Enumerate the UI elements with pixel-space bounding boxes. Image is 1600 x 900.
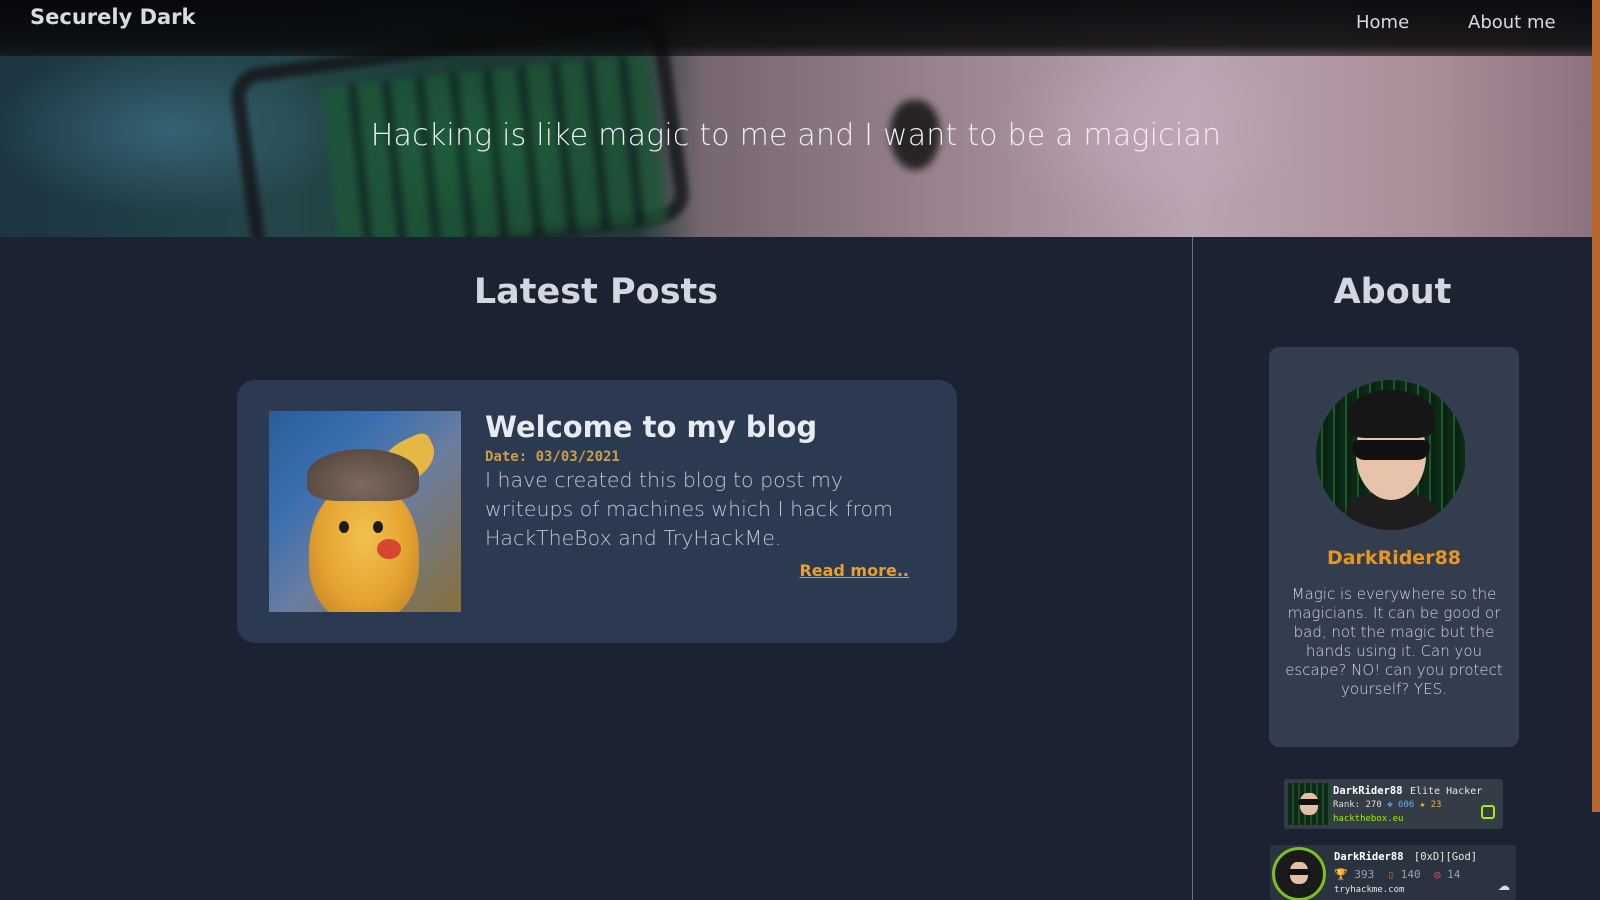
about-bio: Magic is everywhere so the magicians. It… — [1285, 585, 1503, 698]
thm-stats: 🏆 393 ▯ 140 ◎ 14 — [1334, 868, 1460, 881]
about-heading: About — [1333, 272, 1452, 312]
post-thumbnail[interactable] — [269, 411, 461, 612]
site-brand[interactable]: Securely Dark — [30, 5, 196, 29]
post-card: Welcome to my blog Date: 03/03/2021 I ha… — [237, 380, 957, 643]
about-card: DarkRider88 Magic is everywhere so the m… — [1269, 347, 1519, 747]
thumbnail-eye — [339, 521, 349, 533]
cloud-icon: ☁ — [1497, 871, 1510, 895]
read-more-link[interactable]: Read more.. — [799, 561, 909, 580]
thm-badges: 14 — [1447, 868, 1461, 881]
htb-rank-name: Elite Hacker — [1410, 786, 1483, 797]
htb-star-count: 23 — [1430, 800, 1442, 810]
scrollbar-track[interactable] — [1592, 0, 1600, 812]
latest-posts-heading: Latest Posts — [473, 272, 719, 312]
avatar-hair — [1348, 390, 1434, 438]
about-username: DarkRider88 — [1326, 547, 1462, 569]
thm-site[interactable]: tryhackme.com — [1334, 885, 1404, 895]
thm-avatar — [1272, 847, 1326, 900]
avatar-sunglasses — [1352, 440, 1430, 460]
tryhackme-badge[interactable]: DarkRider88 [0xD][God] 🏆 393 ▯ 140 ◎ 14 … — [1270, 845, 1516, 900]
trophy-icon: 🏆 — [1334, 868, 1348, 881]
htb-stats: Rank: 270 ✥ 606 ★ 23 — [1333, 800, 1441, 810]
respect-icon: ✥ — [1387, 800, 1393, 810]
thm-username: DarkRider88 — [1334, 851, 1404, 863]
hackthebox-badge[interactable]: DarkRider88 Elite Hacker Rank: 270 ✥ 606… — [1284, 779, 1503, 829]
column-divider — [1192, 237, 1193, 900]
star-icon: ★ — [1419, 800, 1426, 810]
top-navbar: Securely Dark Home About me — [0, 0, 1592, 56]
avatar — [1316, 380, 1466, 530]
target-icon: ◎ — [1433, 868, 1441, 881]
post-excerpt: I have created this blog to post my writ… — [485, 468, 894, 550]
thm-user-line: DarkRider88 [0xD][God] — [1334, 851, 1477, 863]
thm-points: 393 — [1354, 868, 1375, 881]
hackthebox-cube-icon — [1481, 805, 1495, 819]
htb-username: DarkRider88 — [1333, 785, 1403, 797]
htb-rank: Rank: 270 — [1333, 800, 1382, 810]
nav-link-about-me[interactable]: About me — [1468, 12, 1556, 33]
thumbnail-hat — [307, 449, 419, 501]
post-date: Date: 03/03/2021 — [485, 449, 620, 465]
htb-respect-count: 606 — [1398, 800, 1415, 810]
post-title[interactable]: Welcome to my blog — [485, 410, 817, 444]
thumbnail-cheek — [377, 539, 401, 559]
nav-link-home[interactable]: Home — [1356, 12, 1409, 33]
hero-tagline: Hacking is like magic to me and I want t… — [370, 118, 1222, 153]
thm-rooms: 140 — [1400, 868, 1421, 881]
door-icon: ▯ — [1387, 868, 1395, 881]
thumbnail-eye — [373, 521, 383, 533]
htb-avatar — [1288, 783, 1330, 825]
htb-site[interactable]: hackthebox.eu — [1333, 814, 1403, 824]
thm-tag: [0xD][God] — [1413, 851, 1478, 863]
